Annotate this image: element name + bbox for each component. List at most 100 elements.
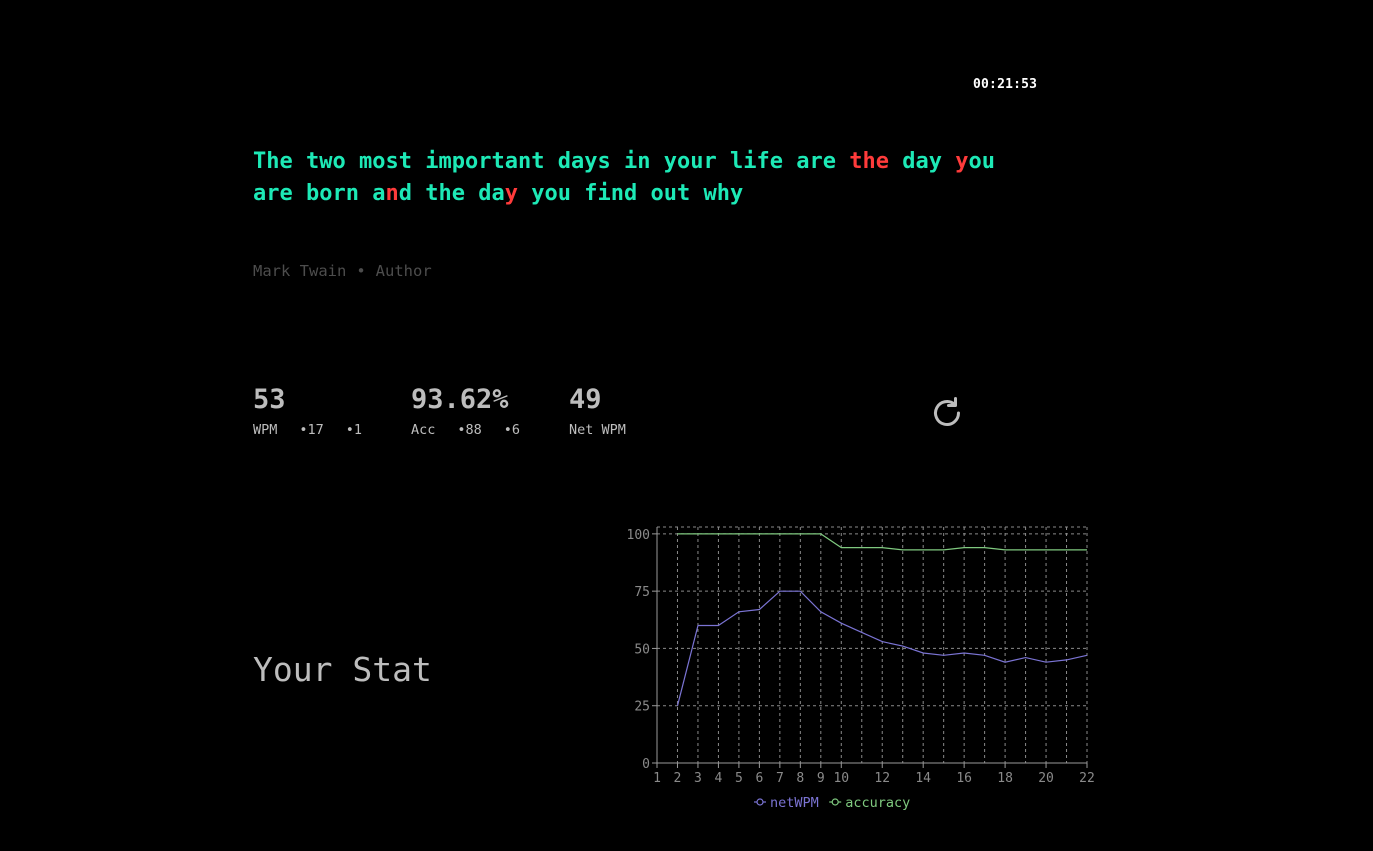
x-tick-label: 12 — [874, 771, 890, 786]
quote-word: day — [902, 149, 942, 174]
accuracy-stat: 93.62% Acc •88 •6 — [411, 384, 542, 438]
quote-char: o — [544, 181, 558, 206]
quote-char: d — [902, 149, 916, 174]
x-tick-label: 6 — [755, 771, 763, 786]
quote-char: o — [677, 149, 691, 174]
author-role: Author — [375, 262, 432, 280]
wpm-value: 53 — [253, 384, 286, 415]
quote-char: e — [875, 149, 889, 174]
x-tick-label: 10 — [833, 771, 849, 786]
quote-char: a — [372, 181, 386, 206]
quote-word: are — [796, 149, 836, 174]
quote-char: t — [849, 149, 863, 174]
your-stat-heading: Your Stat — [253, 650, 432, 689]
restart-button[interactable] — [928, 394, 966, 432]
quote-word: two — [306, 149, 346, 174]
quote-char: i — [425, 149, 439, 174]
wpm-extra-1: •17 — [299, 422, 324, 438]
quote-char: t — [491, 149, 505, 174]
quote-char: t — [306, 149, 320, 174]
quote-char: n — [610, 181, 624, 206]
quote-char: y — [955, 149, 969, 174]
quote-char: y — [730, 181, 744, 206]
y-tick-label: 75 — [634, 585, 650, 600]
x-tick-label: 8 — [796, 771, 804, 786]
quote-char: i — [597, 181, 611, 206]
accuracy-extra-2: •6 — [503, 422, 521, 438]
quote-word: find — [584, 181, 637, 206]
quote-word: out — [651, 181, 691, 206]
timer: 00:21:53 — [973, 77, 1038, 92]
wpm-extra-2: •1 — [345, 422, 363, 438]
quote-char: t — [531, 149, 545, 174]
quote-char: m — [438, 149, 452, 174]
quote-word: The — [253, 149, 293, 174]
net-wpm-stat: 49 Net WPM — [569, 384, 648, 438]
quote-char: r — [478, 149, 492, 174]
quote-word: most — [359, 149, 412, 174]
net-wpm-value: 49 — [569, 384, 602, 415]
quote-char: w — [703, 181, 717, 206]
quote-word: important — [425, 149, 544, 174]
attribution-separator: • — [356, 262, 366, 280]
quote-char: e — [769, 149, 783, 174]
quote-char: a — [796, 149, 810, 174]
quote-word: why — [704, 181, 744, 206]
x-tick-label: 3 — [694, 771, 702, 786]
quote-char: e — [822, 149, 836, 174]
quote-char: t — [398, 149, 412, 174]
refresh-icon — [934, 397, 960, 426]
accuracy-value: 93.62% — [411, 384, 509, 415]
stats-chart: 02550751001 2 3 4 5 6 7 8 9 10 12 14 16 18 20 22netWPM a… — [627, 526, 1095, 811]
quote-char: s — [597, 149, 611, 174]
quote-char: y — [928, 149, 942, 174]
attribution: Mark Twain • Author — [253, 262, 432, 280]
quote-word: day — [478, 181, 518, 206]
quote-word: you — [531, 181, 571, 206]
quote-char: o — [465, 149, 479, 174]
quote-char: y — [663, 149, 677, 174]
quote-char: y — [531, 181, 545, 206]
quote-char: w — [319, 149, 333, 174]
quote-char: u — [663, 181, 677, 206]
legend-label: netWPM — [770, 795, 819, 811]
x-tick-label: 14 — [915, 771, 931, 786]
accuracy-extra-1: •88 — [457, 422, 482, 438]
quote-char: r — [703, 149, 717, 174]
quote-char: o — [968, 149, 982, 174]
x-tick-label: 9 — [817, 771, 825, 786]
x-tick-label: 2 — [674, 771, 682, 786]
quote-char: o — [319, 181, 333, 206]
x-tick-label: 22 — [1079, 771, 1095, 786]
quote-char: a — [571, 149, 585, 174]
quote-char: b — [306, 181, 320, 206]
x-tick-label: 5 — [735, 771, 743, 786]
y-tick-label: 50 — [634, 642, 650, 657]
author-name: Mark Twain — [253, 262, 347, 280]
quote-char: n — [345, 181, 359, 206]
accuracy-label: Acc — [411, 422, 436, 438]
quote-char: T — [253, 149, 267, 174]
y-tick-label: 25 — [634, 700, 650, 715]
quote-char: a — [253, 181, 267, 206]
quote-text: The two most important days in your life… — [253, 146, 1013, 210]
quote-char: t — [677, 181, 691, 206]
quote-char: d — [624, 181, 638, 206]
quote-word: your — [664, 149, 717, 174]
quote-char: o — [332, 149, 346, 174]
quote-char: a — [915, 149, 929, 174]
quote-char: a — [504, 149, 518, 174]
quote-char: o — [650, 181, 664, 206]
quote-word: and — [372, 181, 412, 206]
quote-char: n — [385, 181, 399, 206]
quote-word: life — [730, 149, 783, 174]
quote-char: f — [584, 181, 598, 206]
quote-char: f — [756, 149, 770, 174]
quote-char: m — [359, 149, 373, 174]
x-tick-label: 16 — [956, 771, 972, 786]
quote-char: p — [451, 149, 465, 174]
x-tick-label: 20 — [1038, 771, 1054, 786]
quote-char: h — [716, 181, 730, 206]
quote-char: o — [372, 149, 386, 174]
x-tick-label: 18 — [997, 771, 1013, 786]
